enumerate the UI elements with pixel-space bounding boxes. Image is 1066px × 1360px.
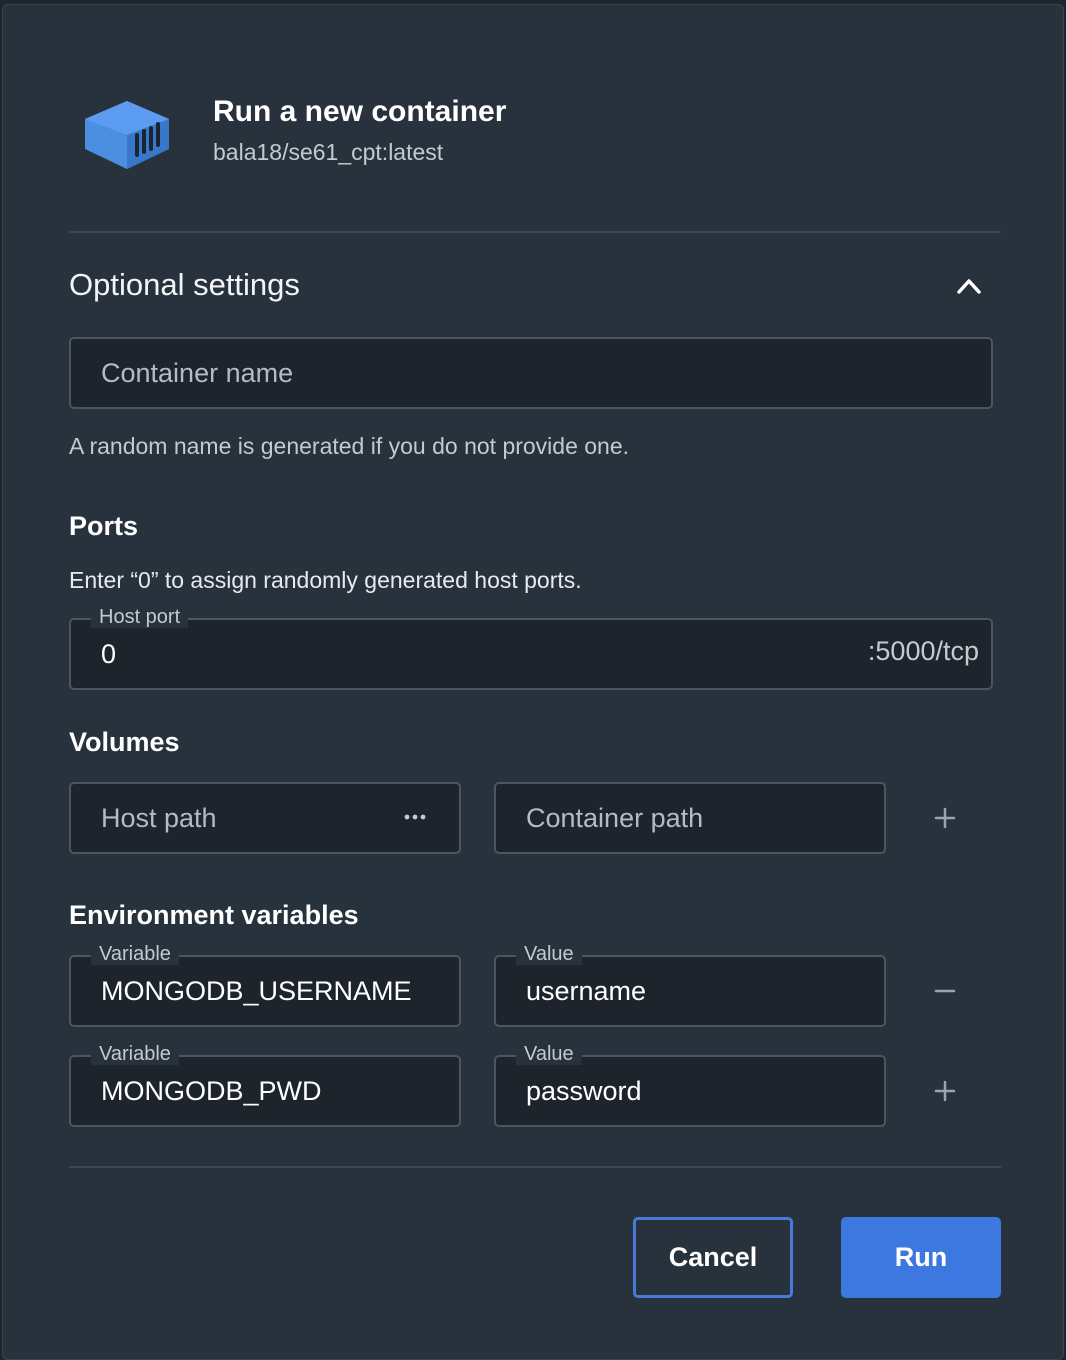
image-name: bala18/se61_cpt:latest	[213, 139, 444, 165]
optional-settings-title[interactable]: Optional settings	[69, 267, 300, 303]
environment-variables-title: Environment variables	[69, 900, 359, 930]
volumes-title: Volumes	[69, 727, 180, 757]
container-icon	[85, 101, 169, 169]
env-value-field: Value	[494, 943, 886, 1027]
run-button[interactable]: Run	[841, 1217, 1001, 1298]
host-path-field	[69, 782, 461, 854]
container-path-input[interactable]	[496, 784, 884, 852]
add-env-plus-icon[interactable]	[931, 1077, 959, 1105]
env-value-input[interactable]	[496, 1057, 884, 1125]
ports-description: Enter “0” to assign randomly generated h…	[69, 567, 582, 593]
env-value-field: Value	[494, 1043, 886, 1127]
footer-divider	[69, 1166, 1001, 1168]
container-port-label: :5000/tcp	[867, 636, 979, 666]
header-divider	[69, 231, 1001, 233]
host-port-input[interactable]	[71, 620, 991, 688]
container-name-input[interactable]	[71, 339, 991, 407]
env-value-input[interactable]	[496, 957, 884, 1025]
container-name-field	[69, 337, 993, 409]
env-variable-input[interactable]	[71, 957, 459, 1025]
env-variable-field: Variable	[69, 1043, 461, 1127]
more-horizontal-icon[interactable]	[403, 810, 427, 824]
ports-title: Ports	[69, 511, 139, 541]
container-name-helper: A random name is generated if you do not…	[69, 433, 630, 459]
add-volume-plus-icon[interactable]	[931, 804, 959, 832]
host-port-field: Host port :5000/tcp	[69, 606, 993, 690]
run-container-dialog: Run a new container bala18/se61_cpt:late…	[2, 4, 1064, 1360]
env-variable-input[interactable]	[71, 1057, 459, 1125]
dialog-title: Run a new container	[213, 95, 507, 128]
host-path-input[interactable]	[71, 784, 459, 852]
remove-env-minus-icon[interactable]	[931, 977, 959, 1005]
chevron-up-icon[interactable]	[951, 269, 987, 303]
cancel-button[interactable]: Cancel	[633, 1217, 793, 1298]
container-path-field	[494, 782, 886, 854]
env-variable-field: Variable	[69, 943, 461, 1027]
